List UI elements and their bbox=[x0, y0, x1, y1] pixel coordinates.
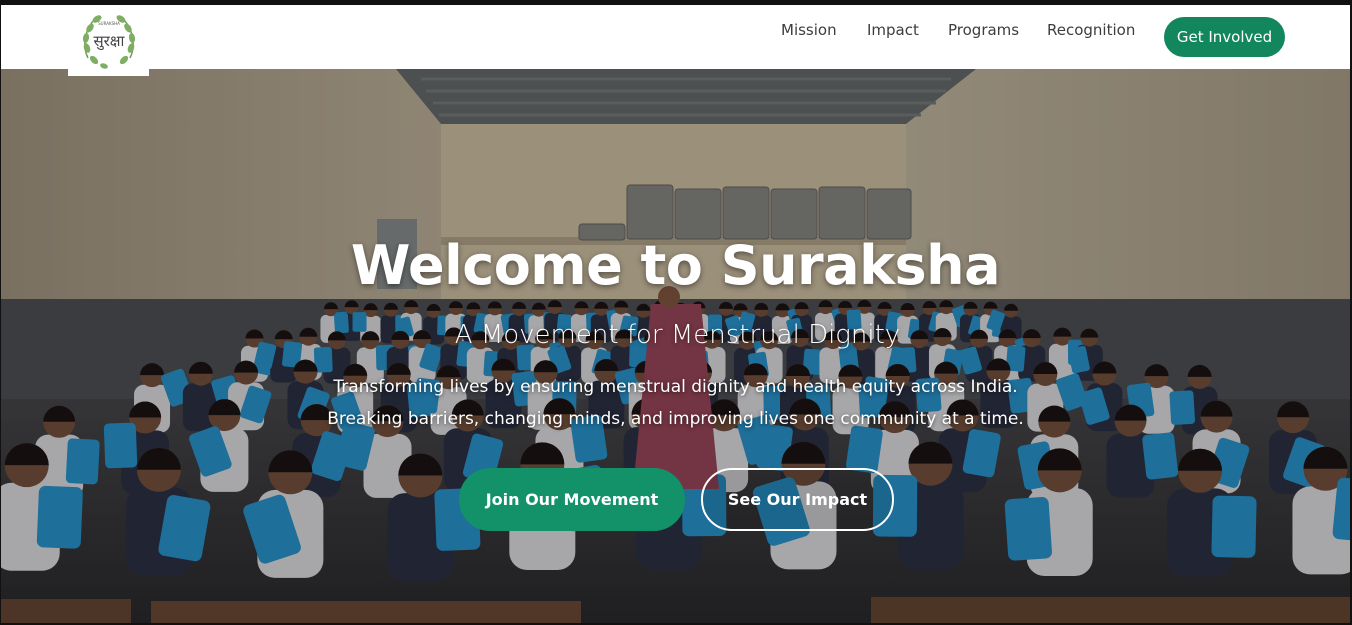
svg-text:SURAKSHA: SURAKSHA bbox=[98, 21, 120, 26]
logo[interactable]: SURAKSHA सुरक्षा bbox=[68, 5, 149, 76]
nav-link-programs[interactable]: Programs bbox=[948, 19, 1019, 41]
hero-description-line-2: Breaking barriers, changing minds, and i… bbox=[327, 409, 1024, 429]
hero-section: Welcome to Suraksha A Movement for Menst… bbox=[1, 69, 1350, 623]
browser-frame: SURAKSHA सुरक्षा Mission Impact Programs… bbox=[0, 0, 1352, 625]
nav-link-mission[interactable]: Mission bbox=[781, 19, 837, 41]
hero-description-line-1: Transforming lives by ensuring menstrual… bbox=[333, 377, 1018, 397]
get-involved-button[interactable]: Get Involved bbox=[1164, 17, 1285, 57]
hero-title: Welcome to Suraksha bbox=[350, 234, 1001, 297]
nav-link-impact[interactable]: Impact bbox=[867, 19, 919, 41]
see-impact-button[interactable]: See Our Impact bbox=[701, 468, 894, 531]
nav-link-recognition[interactable]: Recognition bbox=[1047, 19, 1135, 41]
navbar: SURAKSHA सुरक्षा Mission Impact Programs… bbox=[1, 5, 1350, 76]
svg-text:सुरक्षा: सुरक्षा bbox=[93, 32, 125, 51]
leaf-wreath-logo-icon: SURAKSHA सुरक्षा bbox=[82, 14, 135, 69]
hero-subtitle: A Movement for Menstrual Dignity bbox=[454, 320, 901, 350]
join-movement-button[interactable]: Join Our Movement bbox=[459, 468, 685, 531]
